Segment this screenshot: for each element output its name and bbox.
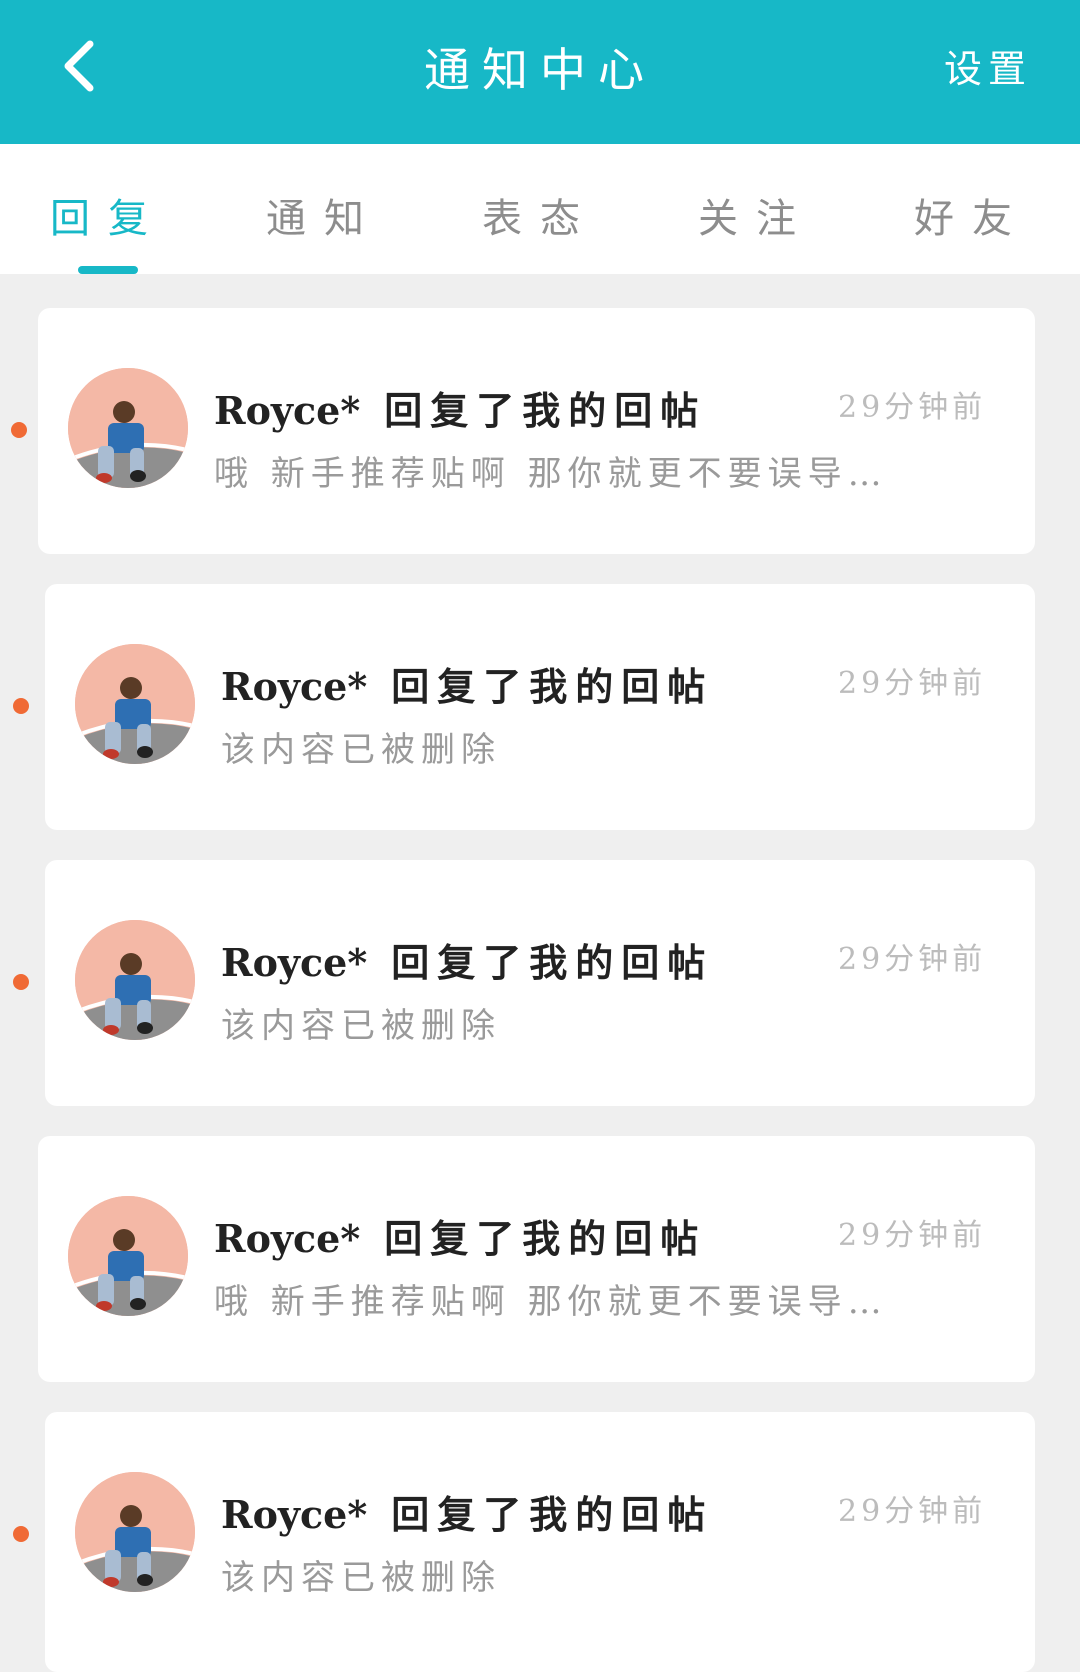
action-text: 回复了我的回帖 [384,1216,707,1261]
action-text: 回复了我的回帖 [391,1492,714,1537]
user-avatar-illustration [75,1472,195,1592]
username[interactable]: Royce* [221,664,367,709]
timestamp: 29分钟前 [838,942,987,977]
tab-label: 好友 [914,196,1030,242]
notification-title: Royce* 回复了我的回帖 [221,932,713,987]
action-text: 回复了我的回帖 [391,664,714,709]
tab-friends[interactable]: 好友 [864,144,1080,274]
tab-label: 关注 [698,196,814,242]
page-title: 通知中心 [424,43,656,97]
notification-card[interactable]: Royce* 回复了我的回帖 29分钟前 该内容已被删除 [45,860,1035,1106]
notification-title: Royce* 回复了我的回帖 [221,656,713,711]
notification-title: Royce* 回复了我的回帖 [214,1208,706,1263]
notification-content: 哦 新手推荐贴啊 那你就更不要误导… [214,1282,888,1322]
notification-card[interactable]: Royce* 回复了我的回帖 29分钟前 哦 新手推荐贴啊 那你就更不要误导… [38,1136,1035,1382]
notification-card[interactable]: Royce* 回复了我的回帖 29分钟前 该内容已被删除 [45,584,1035,830]
notification-content: 哦 新手推荐贴啊 那你就更不要误导… [214,454,888,494]
username[interactable]: Royce* [221,1492,367,1537]
tab-label: 通知 [266,196,382,242]
tab-label: 回复 [50,196,166,242]
timestamp: 29分钟前 [838,666,987,701]
tab-reaction[interactable]: 表态 [432,144,648,274]
unread-dot [13,698,29,714]
tab-reply[interactable]: 回复 [0,144,216,274]
avatar[interactable] [68,1196,188,1316]
top-bar: 通知中心 设置 [0,0,1080,144]
notification-content: 该内容已被删除 [221,1006,501,1046]
user-avatar-illustration [75,644,195,764]
avatar[interactable] [75,920,195,1040]
username[interactable]: Royce* [214,388,360,433]
notification-card[interactable]: Royce* 回复了我的回帖 29分钟前 哦 新手推荐贴啊 那你就更不要误导… [38,308,1035,554]
action-text: 回复了我的回帖 [384,388,707,433]
tab-label: 表态 [482,196,598,242]
user-avatar-illustration [68,1196,188,1316]
unread-dot [13,974,29,990]
active-tab-indicator [78,266,138,274]
avatar[interactable] [75,1472,195,1592]
unread-dot [13,1526,29,1542]
notification-title: Royce* 回复了我的回帖 [221,1484,713,1539]
settings-button[interactable]: 设置 [944,38,1032,93]
notification-card[interactable]: Royce* 回复了我的回帖 29分钟前 该内容已被删除 [45,1412,1035,1672]
notification-content: 该内容已被删除 [221,730,501,770]
action-text: 回复了我的回帖 [391,940,714,985]
avatar[interactable] [75,644,195,764]
unread-dot [11,422,27,438]
tab-bar: 回复 通知 表态 关注 好友 [0,144,1080,274]
tab-notice[interactable]: 通知 [216,144,432,274]
avatar[interactable] [68,368,188,488]
notification-content: 该内容已被删除 [221,1558,501,1598]
timestamp: 29分钟前 [838,1494,987,1529]
username[interactable]: Royce* [221,940,367,985]
timestamp: 29分钟前 [838,390,987,425]
timestamp: 29分钟前 [838,1218,987,1253]
tab-follow[interactable]: 关注 [648,144,864,274]
notification-title: Royce* 回复了我的回帖 [214,380,706,435]
user-avatar-illustration [75,920,195,1040]
user-avatar-illustration [68,368,188,488]
username[interactable]: Royce* [214,1216,360,1261]
